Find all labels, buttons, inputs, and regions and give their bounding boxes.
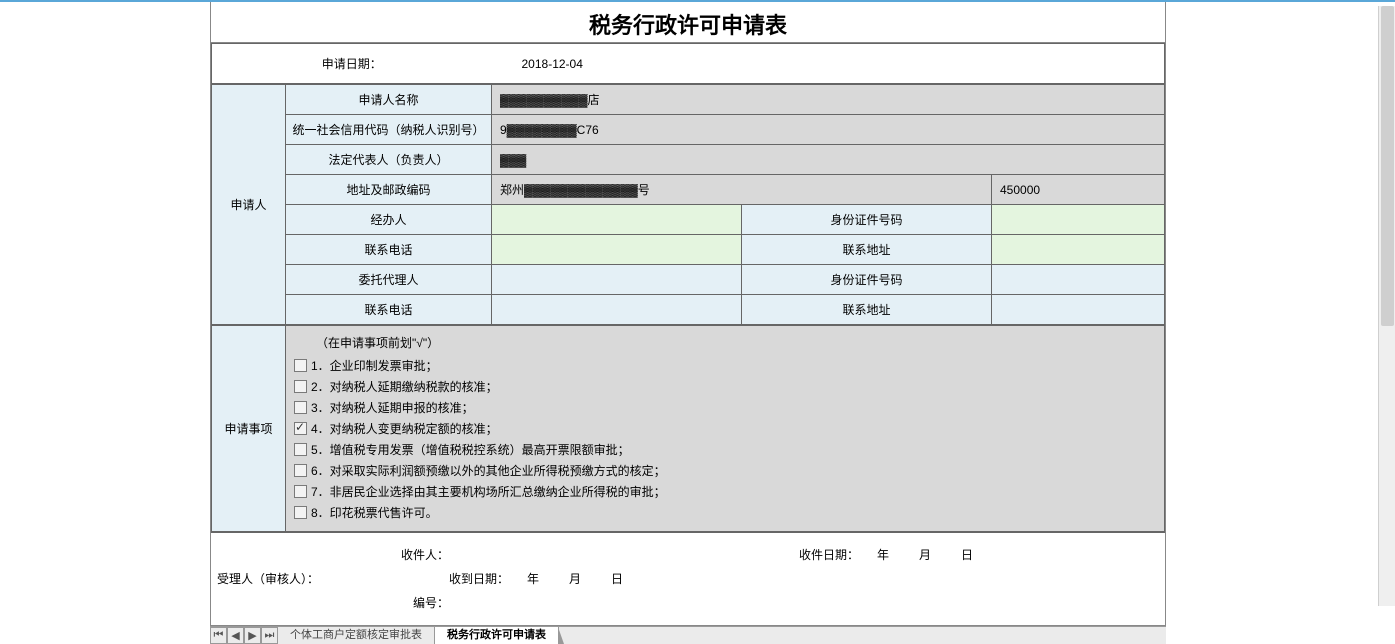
matter-item: 8．印花税票代售许可。 (292, 502, 1158, 523)
reviewer-label: 受理人（审核人）： (217, 567, 327, 591)
tab-approval[interactable]: 个体工商户定额核定审批表 (278, 627, 435, 644)
page-title: 税务行政许可申请表 (211, 2, 1165, 43)
matters-section-label: 申请事项 (212, 326, 286, 532)
agent-addr-label: 联系地址 (742, 295, 992, 325)
applicant-section: 申请人 申请人名称 ▓▓▓▓▓▓▓▓▓▓店 统一社会信用代码（纳税人识别号） 9… (211, 84, 1165, 325)
code-label: 编号： (327, 591, 457, 615)
apply-date-label: 申请日期： (212, 44, 492, 84)
tab-nav-first-icon[interactable]: ⏮ (210, 627, 227, 644)
agent-id-label: 身份证件号码 (742, 265, 992, 295)
matter-item: 5．增值税专用发票（增值税税控系统）最高开票限额审批； (292, 439, 1158, 460)
matter-checkbox[interactable] (294, 506, 307, 519)
matters-hint: （在申请事项前划"√"） (292, 330, 1158, 355)
matter-checkbox[interactable] (294, 443, 307, 456)
matter-label: 4．对纳税人变更纳税定额的核准； (311, 420, 498, 437)
matters-section: 申请事项 （在申请事项前划"√"） 1．企业印制发票审批； 2．对纳税人延期缴纳税… (211, 325, 1165, 532)
recv-year: 年 (877, 543, 889, 567)
matter-label: 5．增值税专用发票（增值税税控系统）最高开票限额审批； (311, 441, 630, 458)
matter-item: 4．对纳税人变更纳税定额的核准； (292, 418, 1158, 439)
agent-phone-label: 联系电话 (286, 295, 492, 325)
tab-nav-next-icon[interactable]: ▶ (244, 627, 261, 644)
matter-label: 3．对纳税人延期申报的核准； (311, 399, 474, 416)
arr-month: 月 (569, 567, 581, 591)
apply-date-value: 2018-12-04 (492, 44, 1125, 84)
tab-nav-prev-icon[interactable]: ◀ (227, 627, 244, 644)
legal-rep-value: ▓▓▓ (492, 145, 1165, 175)
sheet-tabs: ⏮ ◀ ▶ ⏭ 个体工商户定额核定审批表 税务行政许可申请表 (210, 626, 1166, 644)
uscc-value: 9▓▓▓▓▓▓▓▓C76 (492, 115, 1165, 145)
handler-id-label: 身份证件号码 (742, 205, 992, 235)
agent-addr-value[interactable] (992, 295, 1165, 325)
matter-checkbox[interactable] (294, 422, 307, 435)
matter-item: 3．对纳税人延期申报的核准； (292, 397, 1158, 418)
arr-day: 日 (611, 567, 623, 591)
agent-label: 委托代理人 (286, 265, 492, 295)
matter-label: 8．印花税票代售许可。 (311, 504, 438, 521)
matters-list: 1．企业印制发票审批； 2．对纳税人延期缴纳税款的核准； 3．对纳税人延期申报的核准… (292, 355, 1158, 523)
form-page: 税务行政许可申请表 申请日期： 2018-12-04 申请人 申请人名称 ▓▓▓… (210, 2, 1166, 626)
matter-checkbox[interactable] (294, 464, 307, 477)
matter-item: 1．企业印制发票审批； (292, 355, 1158, 376)
receiver-block: 收件人： 收件日期： 年 月 日 受理人（审核人）： 收到日期： 年 月 日 编… (211, 532, 1165, 625)
arrive-label: 收到日期： (327, 567, 517, 591)
name-value: ▓▓▓▓▓▓▓▓▓▓店 (492, 85, 1165, 115)
postcode-value: 450000 (992, 175, 1165, 205)
handler-id-value[interactable] (992, 205, 1165, 235)
recv-day: 日 (961, 543, 973, 567)
matter-item: 6．对采取实际利润额预缴以外的其他企业所得税预缴方式的核定； (292, 460, 1158, 481)
vertical-scrollbar[interactable] (1378, 6, 1395, 606)
arr-year: 年 (527, 567, 539, 591)
tab-nav-last-icon[interactable]: ⏭ (261, 627, 278, 644)
handler-phone-value[interactable] (492, 235, 742, 265)
scrollbar-thumb[interactable] (1381, 6, 1394, 326)
handler-label: 经办人 (286, 205, 492, 235)
apply-date-row: 申请日期： 2018-12-04 (211, 43, 1165, 84)
handler-addr-label: 联系地址 (742, 235, 992, 265)
matter-item: 7．非居民企业选择由其主要机构场所汇总缴纳企业所得税的审批； (292, 481, 1158, 502)
agent-phone-value[interactable] (492, 295, 742, 325)
matters-cell: （在申请事项前划"√"） 1．企业印制发票审批； 2．对纳税人延期缴纳税款的核准；… (286, 326, 1165, 532)
matter-checkbox[interactable] (294, 401, 307, 414)
legal-rep-label: 法定代表人（负责人） (286, 145, 492, 175)
matter-label: 1．企业印制发票审批； (311, 357, 438, 374)
recv-person-value (457, 543, 777, 567)
handler-phone-label: 联系电话 (286, 235, 492, 265)
agent-id-value[interactable] (992, 265, 1165, 295)
matter-label: 6．对采取实际利润额预缴以外的其他企业所得税预缴方式的核定； (311, 462, 666, 479)
matter-checkbox[interactable] (294, 485, 307, 498)
applicant-section-label: 申请人 (212, 85, 286, 325)
agent-value[interactable] (492, 265, 742, 295)
matter-checkbox[interactable] (294, 380, 307, 393)
addr-value: 郑州▓▓▓▓▓▓▓▓▓▓▓▓▓号 (492, 175, 992, 205)
handler-addr-value[interactable] (992, 235, 1165, 265)
handler-value[interactable] (492, 205, 742, 235)
matter-checkbox[interactable] (294, 359, 307, 372)
recv-person-label: 收件人： (327, 543, 457, 567)
addr-label: 地址及邮政编码 (286, 175, 492, 205)
matter-label: 2．对纳税人延期缴纳税款的核准； (311, 378, 498, 395)
tab-application[interactable]: 税务行政许可申请表 (435, 627, 559, 644)
name-label: 申请人名称 (286, 85, 492, 115)
matter-label: 7．非居民企业选择由其主要机构场所汇总缴纳企业所得税的审批； (311, 483, 666, 500)
matter-item: 2．对纳税人延期缴纳税款的核准； (292, 376, 1158, 397)
recv-month: 月 (919, 543, 931, 567)
uscc-label: 统一社会信用代码（纳税人识别号） (286, 115, 492, 145)
recv-date-label: 收件日期： (777, 543, 867, 567)
